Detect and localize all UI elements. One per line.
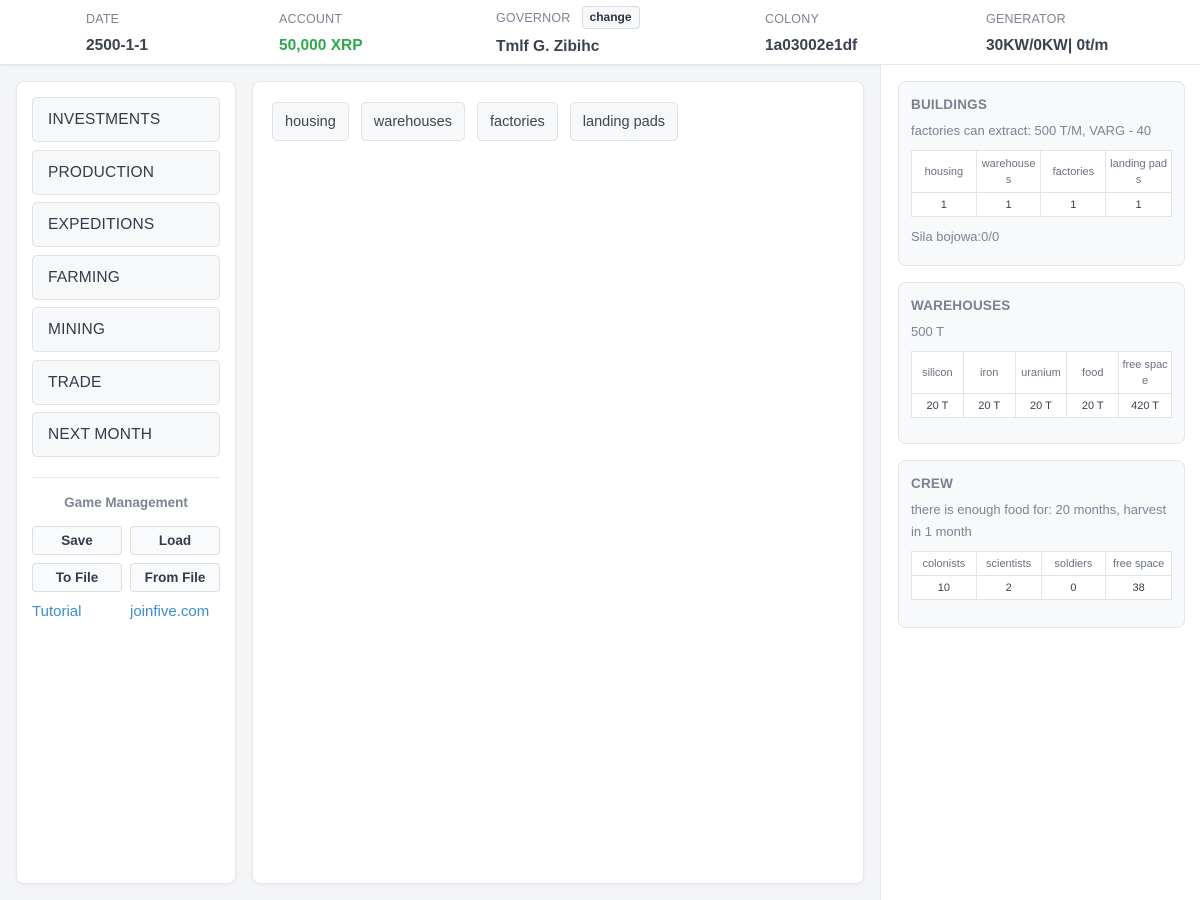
warehouse-capacity: 500 T bbox=[911, 324, 945, 339]
joinfive-link[interactable]: joinfive.com bbox=[130, 603, 209, 620]
table-cell: 0 bbox=[1040, 575, 1107, 600]
buildings-card: BUILDINGS factories can extract: 500 T/M… bbox=[898, 81, 1185, 266]
account-label: ACCOUNT bbox=[279, 12, 343, 26]
warehouses-title: WAREHOUSES bbox=[911, 298, 1011, 313]
tab-housing[interactable]: housing bbox=[272, 102, 349, 141]
warehouses-table: silicon iron uranium food free space 20 … bbox=[911, 351, 1172, 418]
tab-warehouses[interactable]: warehouses bbox=[360, 102, 465, 141]
table-header: colonists bbox=[911, 551, 977, 576]
table-cell: 20 T bbox=[962, 393, 1016, 418]
buildings-info: factories can extract: 500 T/M, VARG - 4… bbox=[911, 123, 1152, 138]
table-cell: 1 bbox=[1040, 192, 1107, 217]
table-cell: 20 T bbox=[1014, 393, 1068, 418]
table-header: scientists bbox=[975, 551, 1042, 576]
governor-field: GOVERNOR change Tmlf G. Zibihc bbox=[496, 6, 640, 56]
farming-button[interactable]: FARMING bbox=[32, 255, 220, 300]
next-month-button[interactable]: NEXT MONTH bbox=[32, 412, 220, 457]
food-status: there is enough food for: 20 months, har… bbox=[911, 502, 1167, 539]
table-header: iron bbox=[962, 351, 1016, 394]
colony-id: 1a03002e1df bbox=[765, 37, 858, 54]
game-management-title: Game Management bbox=[64, 495, 188, 510]
tab-landing-pads[interactable]: landing pads bbox=[569, 102, 679, 141]
table-cell: 2 bbox=[975, 575, 1042, 600]
colony-label: COLONY bbox=[765, 12, 819, 26]
investments-button[interactable]: INVESTMENTS bbox=[32, 97, 220, 142]
table-header: free space bbox=[1105, 551, 1172, 576]
load-button[interactable]: Load bbox=[130, 526, 220, 555]
table-header: housing bbox=[911, 150, 977, 193]
tab-factories[interactable]: factories bbox=[476, 102, 558, 141]
from-file-button[interactable]: From File bbox=[130, 563, 220, 592]
buildings-table: housing warehouses factories landing pad… bbox=[911, 150, 1172, 217]
colony-field: COLONY 1a03002e1df bbox=[765, 11, 857, 55]
table-cell: 1 bbox=[1105, 192, 1172, 217]
date-label: DATE bbox=[86, 12, 120, 26]
to-file-button[interactable]: To File bbox=[32, 563, 122, 592]
table-cell: 20 T bbox=[911, 393, 964, 418]
table-header: silicon bbox=[911, 351, 964, 394]
table-cell: 20 T bbox=[1066, 393, 1120, 418]
generator-value: 30KW/0KW| 0t/m bbox=[986, 37, 1109, 54]
table-header: landing pads bbox=[1105, 150, 1172, 193]
trade-button[interactable]: TRADE bbox=[32, 360, 220, 405]
production-button[interactable]: PRODUCTION bbox=[32, 150, 220, 195]
governor-label: GOVERNOR bbox=[496, 10, 571, 25]
tutorial-link[interactable]: Tutorial bbox=[32, 603, 81, 620]
table-header: uranium bbox=[1014, 351, 1068, 394]
crew-title: CREW bbox=[911, 476, 954, 491]
table-header: free space bbox=[1118, 351, 1172, 394]
building-tabs: housing warehouses factories landing pad… bbox=[272, 102, 679, 141]
save-button[interactable]: Save bbox=[32, 526, 122, 555]
table-header: soldiers bbox=[1040, 551, 1107, 576]
date-field: DATE 2500-1-1 bbox=[86, 11, 148, 55]
table-header: food bbox=[1066, 351, 1120, 394]
mining-button[interactable]: MINING bbox=[32, 307, 220, 352]
table-cell: 38 bbox=[1105, 575, 1172, 600]
combat-strength: Sila bojowa:0/0 bbox=[911, 229, 1000, 244]
change-governor-button[interactable]: change bbox=[581, 6, 640, 29]
crew-card: CREW there is enough food for: 20 months… bbox=[898, 460, 1185, 628]
table-header: warehouses bbox=[975, 150, 1042, 193]
main-content-panel: housing warehouses factories landing pad… bbox=[252, 81, 864, 884]
governor-name: Tmlf G. Zibihc bbox=[496, 38, 600, 55]
table-cell: 1 bbox=[975, 192, 1042, 217]
buildings-title: BUILDINGS bbox=[911, 97, 988, 112]
table-header: factories bbox=[1040, 150, 1107, 193]
crew-table: colonists scientists soldiers free space… bbox=[911, 551, 1172, 600]
right-info-column: BUILDINGS factories can extract: 500 T/M… bbox=[880, 65, 1200, 900]
account-balance: 50,000 XRP bbox=[279, 37, 363, 54]
sidebar-divider bbox=[32, 477, 220, 478]
table-cell: 1 bbox=[911, 192, 977, 217]
generator-field: GENERATOR 30KW/0KW| 0t/m bbox=[986, 11, 1108, 55]
top-status-bar: DATE 2500-1-1 ACCOUNT 50,000 XRP GOVERNO… bbox=[0, 0, 1200, 65]
warehouses-card: WAREHOUSES 500 T silicon iron uranium fo… bbox=[898, 282, 1185, 444]
left-sidebar: INVESTMENTS PRODUCTION EXPEDITIONS FARMI… bbox=[16, 81, 236, 884]
table-cell: 10 bbox=[911, 575, 977, 600]
date-value: 2500-1-1 bbox=[86, 37, 149, 54]
expeditions-button[interactable]: EXPEDITIONS bbox=[32, 202, 220, 247]
account-field: ACCOUNT 50,000 XRP bbox=[279, 11, 363, 55]
table-cell: 420 T bbox=[1118, 393, 1172, 418]
generator-label: GENERATOR bbox=[986, 12, 1066, 26]
